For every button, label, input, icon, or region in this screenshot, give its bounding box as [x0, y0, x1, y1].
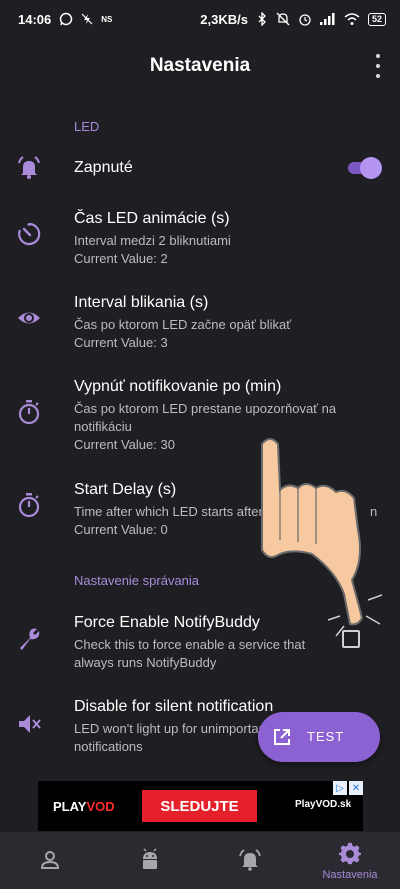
ad-logo-vod: VOD [86, 799, 115, 814]
pref-led-animation-summary: Interval medzi 2 bliknutiami Current Val… [74, 232, 364, 268]
pref-enabled[interactable]: Zapnuté [0, 146, 400, 188]
pref-led-animation-title: Čas LED animácie (s) [74, 210, 230, 227]
section-header-led: LED [74, 119, 100, 134]
wifi-icon [344, 13, 360, 25]
timer-icon [18, 222, 41, 246]
test-button[interactable]: TEST [258, 712, 380, 762]
ad-close-icon[interactable]: ✕ [349, 781, 363, 795]
section-header-behavior: Nastavenie správania [74, 573, 200, 588]
alarm-bell-icon [239, 849, 261, 871]
network-speed: 2,3KB/s [200, 11, 248, 27]
nav-notifications[interactable] [200, 832, 300, 889]
pref-blink-interval-title: Interval blikania (s) [74, 294, 209, 311]
status-bar: 14:06 NS 2,3KB/s 52 [0, 0, 400, 38]
nav-settings[interactable]: Nastavenia [300, 832, 400, 889]
bluetooth-off-icon [258, 12, 266, 26]
battery-indicator: 52 [367, 12, 386, 26]
no-flash-icon [81, 13, 93, 25]
alarm-bell-icon [18, 156, 40, 179]
pref-blink-interval-summary: Čas po ktorom LED začne opäť blikať Curr… [74, 316, 364, 352]
test-button-label: TEST [307, 729, 345, 744]
summary-text: Interval medzi 2 bliknutiami [74, 233, 231, 248]
tap-hint-hand-icon [261, 438, 383, 637]
ad-cta-button[interactable]: SLEDUJTE [142, 790, 257, 822]
bottom-navigation: Nastavenia [0, 832, 400, 889]
signal-icon [319, 13, 335, 25]
whatsapp-icon [60, 12, 73, 26]
status-ns-label: NS [101, 14, 113, 24]
ad-logo-play: PLAY [53, 799, 87, 814]
clock: 14:06 [18, 11, 52, 27]
nav-settings-label: Nastavenia [322, 869, 378, 881]
gear-icon [338, 842, 361, 865]
nav-profile[interactable] [0, 832, 100, 889]
ad-domain: PlayVOD.sk [295, 799, 352, 810]
stopwatch-icon [18, 400, 40, 425]
current-value-text: Current Value: 3 [74, 335, 168, 350]
current-value-text: Current Value: 2 [74, 251, 168, 266]
summary-text: Čas po ktorom LED začne opäť blikať [74, 317, 292, 332]
alarm-status-icon [299, 14, 311, 26]
overflow-menu-icon[interactable] [370, 54, 386, 78]
pref-blink-interval[interactable]: Interval blikania (s) Čas po ktorom LED … [0, 293, 400, 352]
ad-choices-badge[interactable]: ▷ ✕ [333, 781, 363, 795]
ad-banner[interactable]: PLAYVOD SLEDUJTE PlayVOD.sk ▷ ✕ [38, 781, 363, 831]
pref-disable-silent-summary: LED won't light up for unimportant notif… [74, 721, 270, 754]
ad-logo: PLAYVOD [53, 799, 115, 814]
mute-icon [19, 715, 41, 733]
app-bar: Nastavenia [0, 38, 400, 94]
pref-led-animation-time[interactable]: Čas LED animácie (s) Interval medzi 2 bl… [0, 209, 400, 268]
ad-choices-icon: ▷ [333, 781, 347, 795]
page-title: Nastavenia [149, 55, 251, 76]
eye-icon [18, 312, 40, 324]
stopwatch-icon [18, 493, 40, 518]
wrench-icon [20, 628, 40, 650]
pref-stop-notifying-title: Vypnúť notifikovanie po (min) [74, 378, 282, 395]
open-external-icon [274, 729, 290, 745]
mute-status-icon [276, 12, 290, 26]
nav-apps[interactable] [100, 832, 200, 889]
enabled-toggle[interactable] [346, 157, 382, 179]
android-icon [143, 848, 157, 869]
person-icon [40, 851, 60, 869]
